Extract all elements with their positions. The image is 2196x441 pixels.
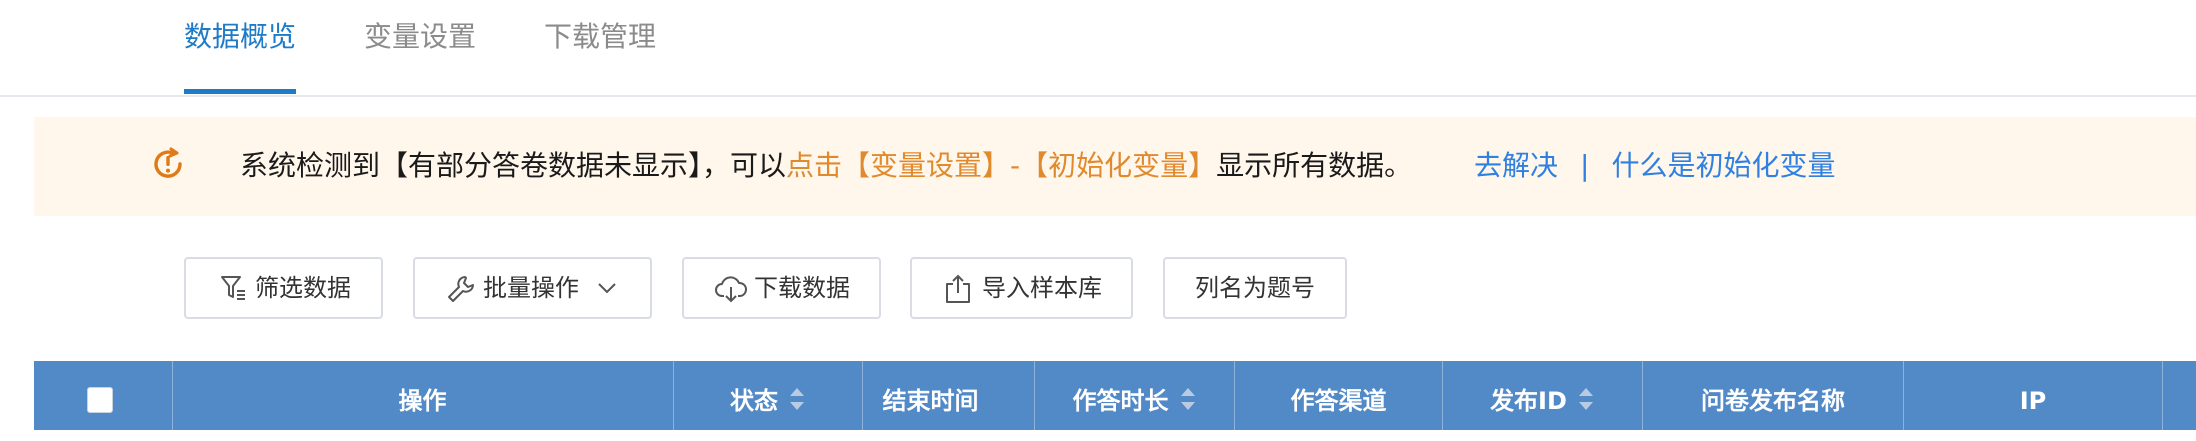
chevron-down-icon — [598, 283, 616, 294]
header-operation: 操作 — [173, 361, 672, 430]
download-data-label: 下载数据 — [754, 274, 850, 302]
download-data-button[interactable]: 下载数据 — [682, 257, 881, 319]
import-sample-library-button[interactable]: 导入样本库 — [910, 257, 1133, 319]
select-all-checkbox[interactable] — [87, 387, 113, 413]
warning-clock-icon — [154, 147, 182, 178]
sort-icon[interactable] — [1179, 386, 1197, 412]
header-ip-label: IP — [2019, 387, 2047, 415]
what-is-init-variable-link[interactable]: 什么是初始化变量 — [1611, 149, 1835, 182]
notice-message: 系统检测到【有部分答卷数据未显示】，可以点击【变量设置】-【初始化变量】显示所有… — [240, 144, 1412, 188]
batch-operation-button[interactable]: 批量操作 — [413, 257, 652, 319]
filter-data-button[interactable]: 筛选数据 — [184, 257, 383, 319]
header-ip: IP — [1904, 361, 2162, 430]
header-answer-duration[interactable]: 作答时长 — [1035, 361, 1234, 430]
tab-data-overview[interactable]: 数据概览 — [184, 16, 296, 58]
header-end-time[interactable]: 结束时间 — [863, 361, 1034, 430]
header-status-label: 状态 — [730, 387, 778, 415]
wrench-icon — [448, 276, 474, 302]
import-sample-library-label: 导入样本库 — [982, 274, 1102, 302]
header-publish-id[interactable]: 发布ID — [1443, 361, 1642, 430]
header-answer-channel-label: 作答渠道 — [1290, 387, 1387, 415]
filter-icon — [221, 276, 245, 300]
filter-data-label: 筛选数据 — [255, 274, 351, 302]
tab-download-management[interactable]: 下载管理 — [544, 16, 656, 58]
tab-variable-settings[interactable]: 变量设置 — [364, 16, 476, 58]
header-answer-duration-label: 作答时长 — [1072, 387, 1169, 415]
header-survey-publish-name-label: 问卷发布名称 — [1701, 387, 1845, 415]
notice-text-suffix: 显示所有数据。 — [1216, 149, 1413, 182]
sort-icon[interactable] — [1577, 386, 1595, 412]
batch-operation-label: 批量操作 — [483, 274, 579, 302]
cloud-download-icon — [715, 276, 747, 303]
resolve-link[interactable]: 去解决 — [1474, 149, 1558, 182]
column-as-title-label: 列名为题号 — [1195, 274, 1315, 302]
upload-box-icon — [946, 274, 970, 303]
notice-text-prefix: 系统检测到【有部分答卷数据未显示】，可以 — [240, 149, 787, 182]
column-divider — [2162, 361, 2163, 430]
header-end-time-label: 结束时间 — [882, 387, 979, 415]
notice-links: 去解决 | 什么是初始化变量 — [1474, 144, 1835, 188]
tab-bar: 数据概览 变量设置 下载管理 — [0, 0, 2196, 97]
header-answer-channel: 作答渠道 — [1235, 361, 1442, 430]
sort-icon[interactable] — [788, 386, 806, 412]
notice-text-highlight: 点击【变量设置】-【初始化变量】 — [786, 149, 1217, 182]
header-survey-publish-name: 问卷发布名称 — [1643, 361, 1903, 430]
active-tab-indicator — [184, 89, 296, 94]
header-status[interactable]: 状态 — [674, 361, 862, 430]
header-operation-label: 操作 — [398, 387, 447, 415]
header-publish-id-label: 发布ID — [1490, 387, 1567, 415]
column-as-title-button[interactable]: 列名为题号 — [1163, 257, 1347, 319]
link-separator: | — [1580, 149, 1590, 182]
